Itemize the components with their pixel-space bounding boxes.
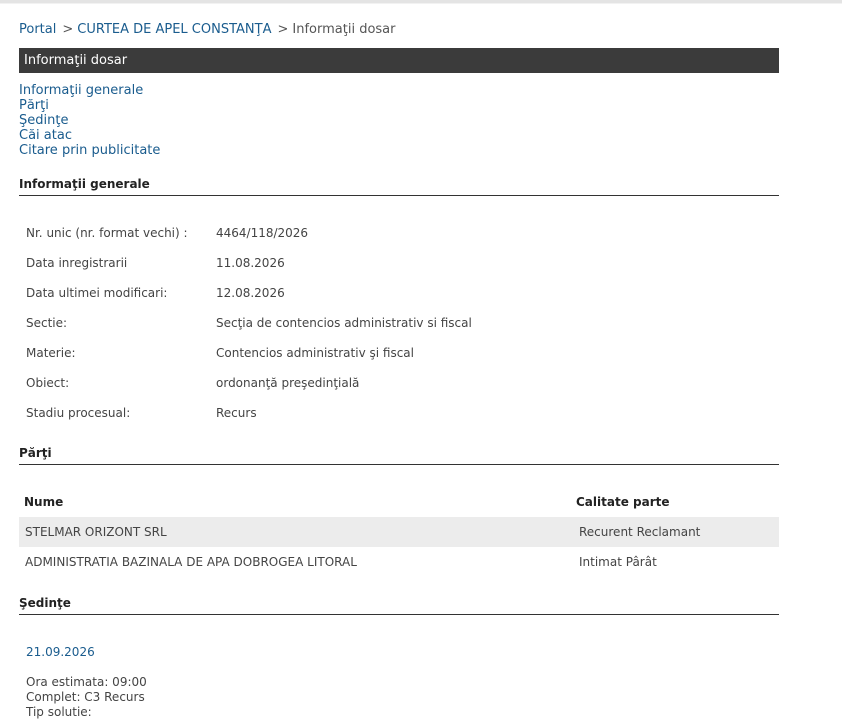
hearing-date: 21.09.2026	[26, 645, 95, 659]
table-header-name: Nume	[24, 495, 64, 509]
field-label-object: Obiect:	[26, 376, 70, 390]
party-name: STELMAR ORIZONT SRL	[25, 525, 167, 539]
nav-link-hearings[interactable]: Şedinţe	[19, 113, 160, 128]
field-value-object: ordonanţă preşedinţială	[216, 376, 360, 390]
field-value-last-modified: 12.08.2026	[216, 286, 285, 300]
breadcrumb: Portal > CURTEA DE APEL CONSTANŢA > Informaţ…	[19, 22, 395, 38]
field-value-case-number: 4464/118/2026	[216, 226, 309, 240]
nav-link-general-info[interactable]: Informaţii generale	[19, 83, 160, 98]
breadcrumb-separator: >	[62, 22, 74, 37]
field-label-last-modified: Data ultimei modificari:	[26, 286, 168, 300]
party-name: ADMINISTRATIA BAZINALA DE APA DOBROGEA L…	[25, 555, 357, 569]
party-role: Recurent Reclamant	[579, 525, 701, 539]
field-label-procedural-stage: Stadiu procesual:	[26, 406, 131, 420]
field-value-subject-matter: Contencios administrativ şi fiscal	[216, 346, 414, 360]
nav-link-appeals[interactable]: Căi atac	[19, 128, 160, 143]
field-label-section: Sectie:	[26, 316, 68, 330]
section-heading-general-info: Informaţii generale	[19, 177, 779, 196]
field-label-registration-date: Data inregistrarii	[26, 256, 128, 270]
breadcrumb-separator: >	[277, 22, 289, 37]
section-nav: Informaţii generale Părţi Şedinţe Căi at…	[19, 83, 160, 158]
top-border-edge	[0, 3, 842, 4]
field-value-section: Secţia de contencios administrativ si fi…	[216, 316, 472, 330]
nav-link-public-summons[interactable]: Citare prin publicitate	[19, 143, 160, 158]
breadcrumb-court-link[interactable]: CURTEA DE APEL CONSTANŢA	[77, 22, 271, 37]
table-row: ADMINISTRATIA BAZINALA DE APA DOBROGEA L…	[19, 547, 779, 577]
field-value-procedural-stage: Recurs	[216, 406, 257, 420]
table-header-role: Calitate parte	[576, 495, 670, 509]
hearing-panel: Complet: C3 Recurs	[26, 690, 145, 704]
field-label-case-number: Nr. unic (nr. format vechi) :	[26, 226, 188, 240]
section-heading-parties: Părţi	[19, 446, 779, 465]
breadcrumb-portal-link[interactable]: Portal	[19, 22, 56, 37]
hearing-solution-type: Tip solutie:	[26, 705, 92, 719]
nav-link-parties[interactable]: Părţi	[19, 98, 160, 113]
field-value-registration-date: 11.08.2026	[216, 256, 285, 270]
table-row: STELMAR ORIZONT SRL Recurent Reclamant	[19, 517, 779, 547]
breadcrumb-current: Informaţii dosar	[292, 22, 396, 37]
section-heading-hearings: Şedinţe	[19, 596, 779, 615]
page-title-banner: Informaţii dosar	[19, 48, 779, 73]
hearing-estimated-time: Ora estimata: 09:00	[26, 675, 147, 689]
field-label-subject-matter: Materie:	[26, 346, 76, 360]
party-role: Intimat Pârât	[579, 555, 657, 569]
